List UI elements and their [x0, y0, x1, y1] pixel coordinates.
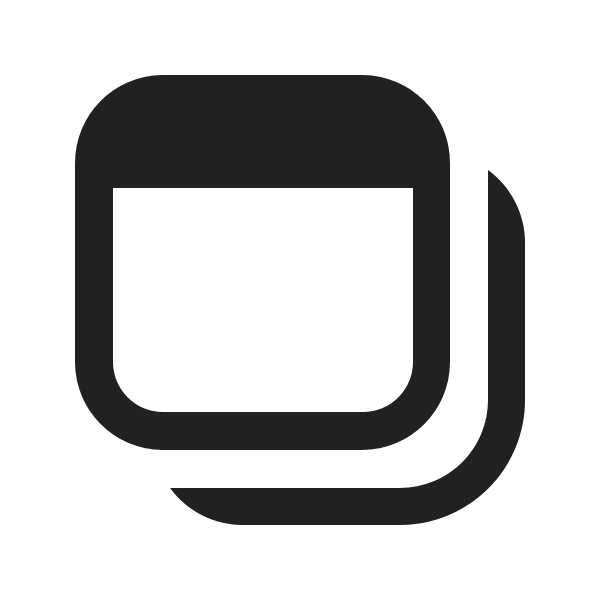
front-window-frame [74, 75, 450, 450]
back-window-shape [170, 170, 526, 526]
multiple-windows-icon [74, 75, 526, 526]
icon-canvas [0, 0, 600, 600]
